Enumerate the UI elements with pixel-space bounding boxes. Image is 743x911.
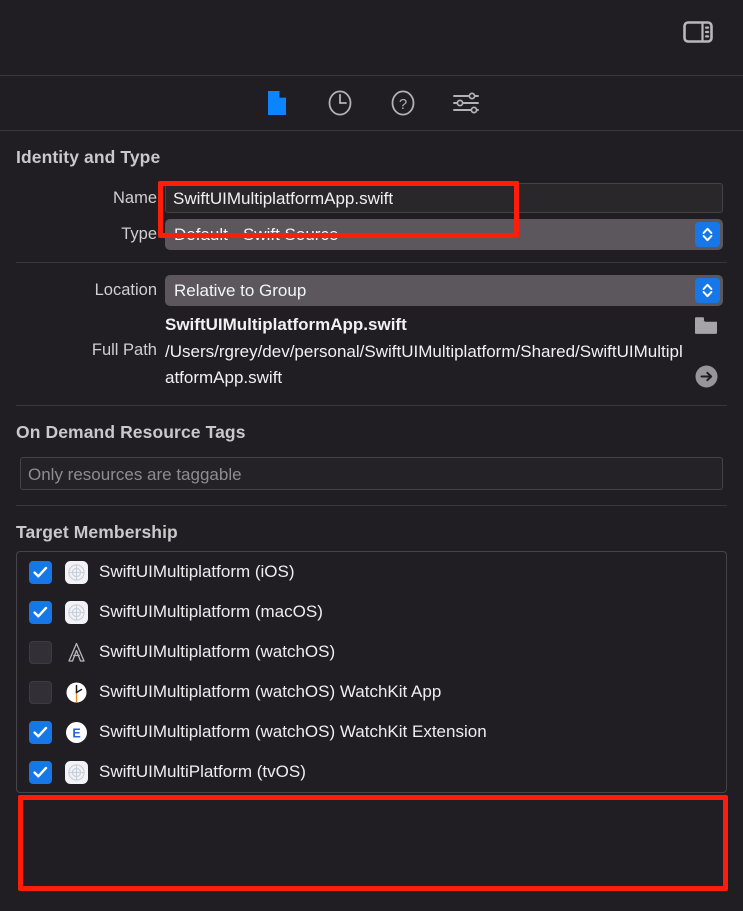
full-path-value: /Users/rgrey/dev/personal/SwiftUIMultipl… (165, 339, 689, 391)
target-membership-list: SwiftUIMultiplatform (iOS) SwiftUIMultip… (16, 551, 727, 793)
tab-file-inspector[interactable] (262, 88, 292, 118)
target-label: SwiftUIMultiplatform (iOS) (99, 562, 295, 582)
row-name: Name SwiftUIMultiplatformApp.swift (0, 183, 743, 213)
checkbox-checked-icon[interactable] (29, 601, 52, 624)
app-icon-macos (64, 600, 89, 625)
file-inspector-panel: ? Identity and Type Name SwiftUIMultipla… (0, 0, 743, 911)
annotation-target-rows-highlight (18, 795, 728, 891)
inspector-tabstrip: ? (0, 76, 743, 131)
checkbox-checked-icon[interactable] (29, 721, 52, 744)
tab-history-inspector[interactable] (325, 88, 355, 118)
label-full-path: Full Path (0, 339, 165, 360)
target-row-macos[interactable]: SwiftUIMultiplatform (macOS) (17, 592, 726, 632)
app-icon-tvos (64, 760, 89, 785)
target-row-ios[interactable]: SwiftUIMultiplatform (iOS) (17, 552, 726, 592)
row-type: Type Default - Swift Source (0, 219, 743, 250)
app-icon-watch-clock (64, 680, 89, 705)
target-row-watchkit-extension[interactable]: E SwiftUIMultiplatform (watchOS) WatchKi… (17, 712, 726, 752)
checkbox-unchecked-icon[interactable] (29, 641, 52, 664)
target-label: SwiftUIMultiPlatform (tvOS) (99, 762, 306, 782)
svg-text:E: E (72, 726, 80, 740)
label-location: Location (0, 281, 165, 300)
folder-icon[interactable] (689, 315, 723, 335)
target-row-tvos[interactable]: SwiftUIMultiPlatform (tvOS) (17, 752, 726, 792)
location-file-name: SwiftUIMultiplatformApp.swift (165, 312, 689, 337)
app-icon-watchos-bundle (64, 640, 89, 665)
app-icon-extension-e: E (64, 720, 89, 745)
section-title-identity-and-type: Identity and Type (0, 131, 743, 170)
chevron-updown-icon (695, 222, 720, 247)
checkbox-checked-icon[interactable] (29, 761, 52, 784)
checkbox-checked-icon[interactable] (29, 561, 52, 584)
row-full-path: Full Path /Users/rgrey/dev/personal/Swif… (0, 339, 743, 391)
app-icon-ios (64, 560, 89, 585)
location-dropdown[interactable]: Relative to Group (165, 275, 723, 306)
target-row-watchkit-app[interactable]: SwiftUIMultiplatform (watchOS) WatchKit … (17, 672, 726, 712)
label-name: Name (0, 189, 165, 208)
tab-quick-help-inspector[interactable]: ? (388, 88, 418, 118)
row-location: Location Relative to Group (0, 275, 743, 306)
arrow-right-circle-icon[interactable] (689, 364, 723, 391)
target-label: SwiftUIMultiplatform (watchOS) (99, 642, 335, 662)
target-row-watchos[interactable]: SwiftUIMultiplatform (watchOS) (17, 632, 726, 672)
target-label: SwiftUIMultiplatform (macOS) (99, 602, 323, 622)
svg-text:?: ? (399, 96, 407, 113)
chevron-updown-icon (695, 278, 720, 303)
location-dropdown-value: Relative to Group (174, 281, 306, 300)
row-file-name: SwiftUIMultiplatformApp.swift (0, 312, 743, 337)
window-titlebar (0, 0, 743, 76)
type-dropdown[interactable]: Default - Swift Source (165, 219, 723, 250)
name-input[interactable]: SwiftUIMultiplatformApp.swift (165, 183, 723, 213)
target-label: SwiftUIMultiplatform (watchOS) WatchKit … (99, 682, 441, 702)
section-title-target-membership: Target Membership (0, 506, 743, 545)
checkbox-unchecked-icon[interactable] (29, 681, 52, 704)
inspector-panel-toggle-icon[interactable] (680, 18, 716, 46)
label-type: Type (0, 225, 165, 244)
on-demand-tags-input[interactable]: Only resources are taggable (20, 457, 723, 490)
tab-attributes-inspector[interactable] (451, 88, 481, 118)
type-dropdown-value: Default - Swift Source (174, 225, 338, 244)
target-label: SwiftUIMultiplatform (watchOS) WatchKit … (99, 722, 487, 742)
section-title-on-demand-resource-tags: On Demand Resource Tags (0, 406, 743, 445)
